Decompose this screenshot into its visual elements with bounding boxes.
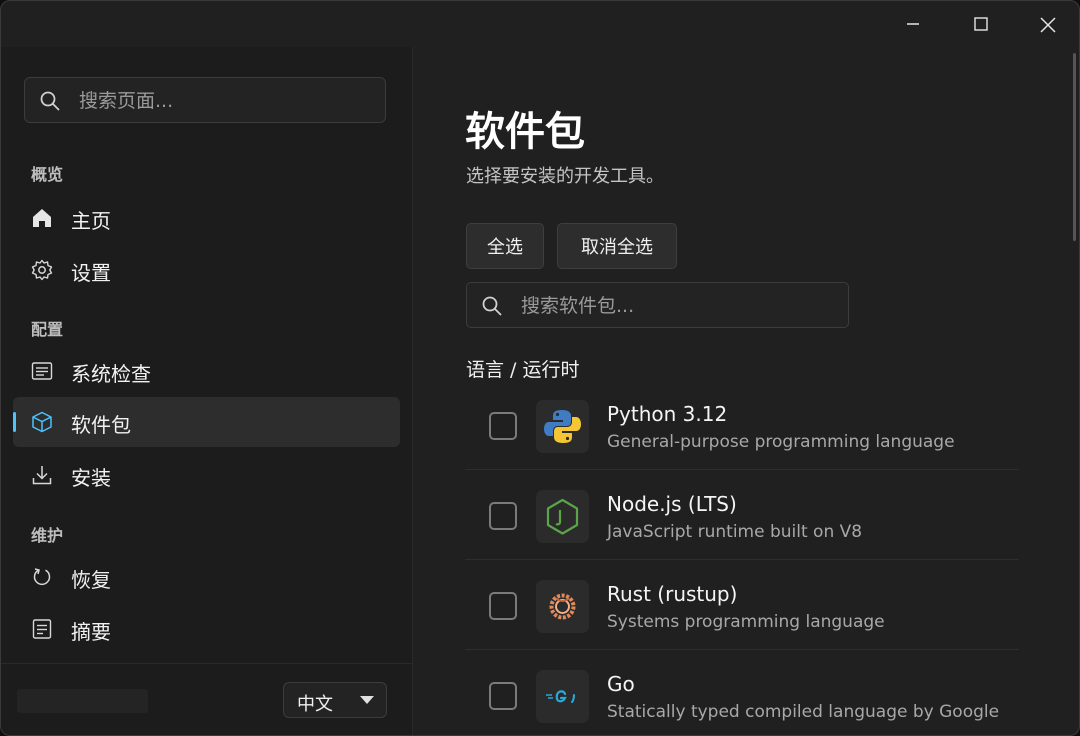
group-label-config: 配置 bbox=[31, 320, 64, 339]
page-title: 软件包 bbox=[465, 109, 585, 155]
nav-label-packages: 软件包 bbox=[71, 413, 131, 437]
nav-item-packages[interactable]: 软件包 bbox=[13, 397, 400, 447]
package-row-go[interactable]: Go Statically typed compiled language by… bbox=[465, 650, 1019, 735]
app-window: 概览 主页 设置 配置 系统检查 软件包 安装 维护 恢复 bbox=[0, 0, 1080, 736]
close-button[interactable] bbox=[1013, 1, 1079, 47]
package-description: Statically typed compiled language by Go… bbox=[607, 702, 1000, 722]
language-select[interactable]: 中文 bbox=[283, 682, 387, 718]
package-logo-tile bbox=[536, 490, 589, 543]
package-row-python[interactable]: Python 3.12 General-purpose programming … bbox=[465, 380, 1019, 470]
nav-item-system-check[interactable]: 系统检查 bbox=[13, 346, 400, 396]
package-search-box bbox=[466, 282, 849, 329]
package-description: General-purpose programming language bbox=[607, 432, 955, 452]
active-indicator bbox=[13, 412, 16, 432]
main-content: 软件包 选择要安装的开发工具。 全选 取消全选 语言 / 运行时 Python … bbox=[413, 47, 1079, 735]
package-checkbox[interactable] bbox=[489, 502, 517, 530]
page-subtitle: 选择要安装的开发工具。 bbox=[466, 166, 664, 187]
section-title-languages: 语言 / 运行时 bbox=[466, 359, 580, 381]
nav-item-restore[interactable]: 恢复 bbox=[13, 552, 400, 602]
maximize-icon bbox=[974, 17, 988, 31]
nav-label-install: 安装 bbox=[71, 466, 111, 490]
nav-item-home[interactable]: 主页 bbox=[13, 193, 400, 243]
nav-label-home: 主页 bbox=[71, 209, 111, 233]
package-logo-tile bbox=[536, 580, 589, 633]
nav-label-restore: 恢复 bbox=[71, 568, 111, 592]
group-label-overview: 概览 bbox=[31, 165, 64, 184]
nav-item-summary[interactable]: 摘要 bbox=[13, 604, 400, 654]
home-icon bbox=[33, 209, 51, 227]
nav-item-install[interactable]: 安装 bbox=[13, 450, 400, 500]
package-checkbox[interactable] bbox=[489, 592, 517, 620]
package-icon bbox=[32, 411, 52, 433]
minimize-icon bbox=[907, 23, 919, 25]
nav-label-system-check: 系统检查 bbox=[71, 362, 151, 386]
status-placeholder bbox=[17, 689, 148, 713]
scrollbar-thumb[interactable] bbox=[1073, 53, 1076, 241]
sidebar-footer: 中文 bbox=[1, 663, 412, 735]
package-row-nodejs[interactable]: Node.js (LTS) JavaScript runtime built o… bbox=[465, 470, 1019, 560]
package-logo-tile bbox=[536, 400, 589, 453]
package-logo-tile bbox=[536, 670, 589, 723]
chevron-down-icon bbox=[360, 696, 374, 704]
nav-item-settings[interactable]: 设置 bbox=[13, 245, 400, 295]
sidebar: 概览 主页 设置 配置 系统检查 软件包 安装 维护 恢复 bbox=[1, 47, 413, 735]
maximize-button[interactable] bbox=[947, 1, 1015, 47]
package-row-rust[interactable]: Rust (rustup) Systems programming langua… bbox=[465, 560, 1019, 650]
list-icon bbox=[31, 362, 53, 380]
group-label-maintenance: 维护 bbox=[31, 526, 64, 545]
package-checkbox[interactable] bbox=[489, 412, 517, 440]
title-bar bbox=[1, 1, 1079, 47]
search-icon bbox=[40, 91, 60, 111]
package-name: Go bbox=[607, 672, 635, 696]
nav-label-summary: 摘要 bbox=[71, 620, 111, 644]
gear-icon bbox=[31, 259, 53, 281]
nav-label-settings: 设置 bbox=[71, 261, 111, 285]
package-checkbox[interactable] bbox=[489, 682, 517, 710]
package-name: Node.js (LTS) bbox=[607, 492, 737, 516]
document-icon bbox=[32, 619, 52, 639]
package-name: Rust (rustup) bbox=[607, 582, 738, 606]
package-description: JavaScript runtime built on V8 bbox=[607, 522, 863, 542]
deselect-all-button[interactable]: 取消全选 bbox=[557, 223, 677, 269]
search-icon bbox=[482, 296, 502, 316]
select-all-button[interactable]: 全选 bbox=[466, 223, 544, 269]
go-logo-icon bbox=[546, 690, 575, 703]
page-search-input[interactable] bbox=[77, 78, 371, 124]
refresh-icon bbox=[33, 568, 51, 586]
minimize-button[interactable] bbox=[879, 1, 947, 47]
package-search-input[interactable] bbox=[519, 283, 813, 329]
nodejs-logo-icon bbox=[546, 498, 579, 535]
python-logo-icon bbox=[544, 410, 581, 443]
package-description: Systems programming language bbox=[607, 612, 885, 632]
language-value: 中文 bbox=[297, 694, 333, 715]
rust-logo-icon bbox=[549, 593, 576, 620]
page-search-box bbox=[24, 77, 386, 124]
close-icon bbox=[1040, 17, 1056, 33]
package-name: Python 3.12 bbox=[607, 402, 728, 426]
download-icon bbox=[32, 466, 52, 485]
